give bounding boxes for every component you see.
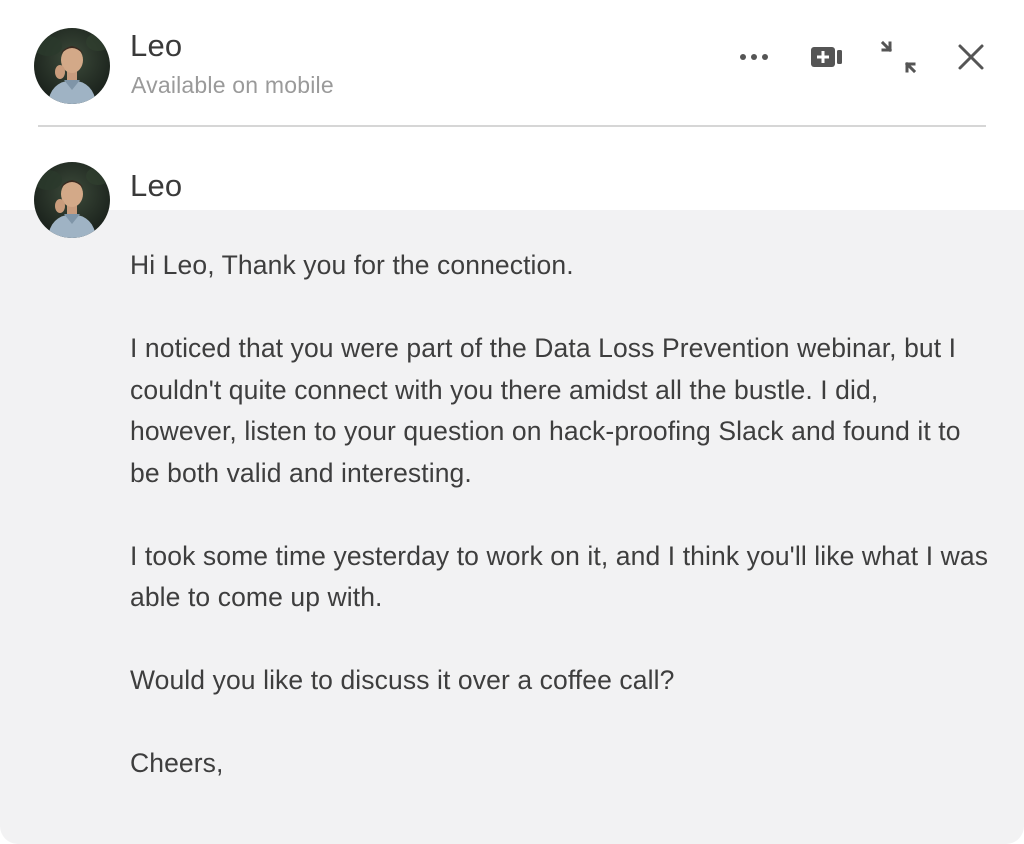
minimize-button[interactable] <box>874 34 924 80</box>
message-body: Hi Leo, Thank you for the connection. I … <box>130 245 990 826</box>
message-paragraph: I noticed that you were part of the Data… <box>130 333 961 488</box>
message-paragraph: I took some time yesterday to work on it… <box>130 540 989 613</box>
sender-name[interactable]: Leo <box>130 168 182 204</box>
video-call-button[interactable] <box>806 38 848 76</box>
contact-status: Available on mobile <box>131 72 334 98</box>
minimize-arrows-icon <box>880 40 917 74</box>
more-options-button[interactable] <box>734 40 774 74</box>
chat-header: Leo Available on mobile <box>0 0 1024 126</box>
sender-avatar[interactable] <box>34 162 110 238</box>
ellipsis-icon <box>740 54 768 60</box>
message-paragraph: Cheers, <box>130 748 224 778</box>
contact-avatar[interactable] <box>34 28 110 104</box>
message-paragraph: Hi Leo, Thank you for the connection. <box>130 250 574 280</box>
message-paragraph: Would you like to discuss it over a coff… <box>130 665 675 695</box>
header-divider <box>38 125 986 127</box>
chat-window: Leo Available on mobile Leo Hi Leo, Than… <box>0 0 1024 844</box>
close-icon <box>958 44 984 70</box>
close-button[interactable] <box>950 36 992 78</box>
video-call-icon <box>811 47 842 67</box>
contact-name[interactable]: Leo <box>130 28 182 64</box>
